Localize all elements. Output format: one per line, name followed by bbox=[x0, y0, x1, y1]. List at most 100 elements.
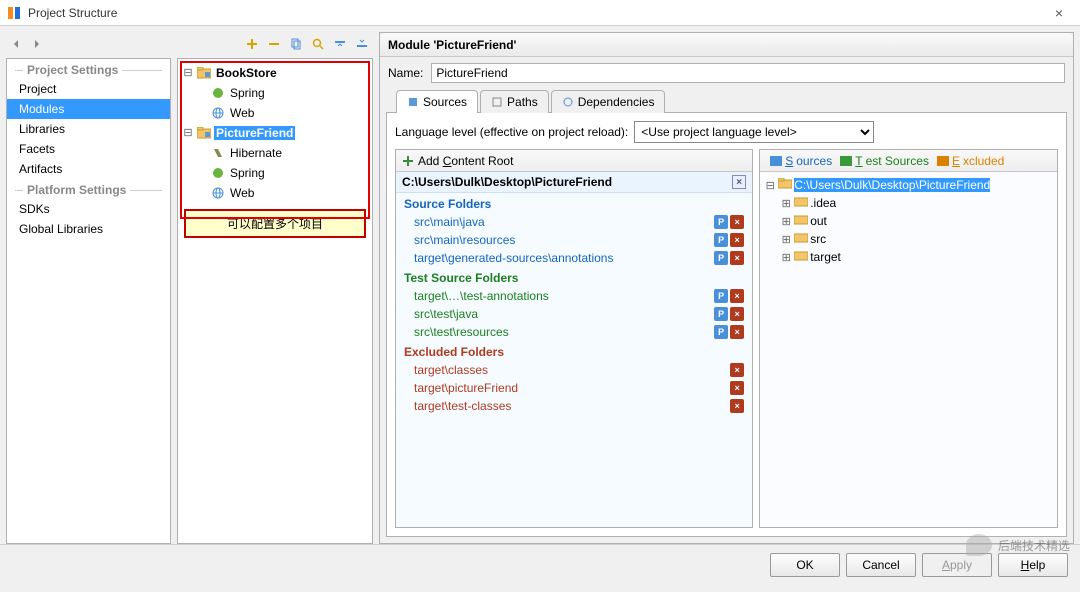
select-all-icon[interactable] bbox=[333, 37, 347, 51]
dir-root[interactable]: ⊟C:\Users\Dulk\Desktop\PictureFriend bbox=[764, 176, 1053, 194]
global-libraries-item[interactable]: Global Libraries bbox=[7, 219, 170, 239]
language-level-select[interactable]: <Use project language level> bbox=[634, 121, 874, 143]
facet-label: Web bbox=[228, 186, 256, 200]
expand-icon[interactable]: ⊞ bbox=[780, 197, 792, 210]
tab-paths[interactable]: Paths bbox=[480, 90, 549, 113]
modules-item[interactable]: Modules bbox=[7, 99, 170, 119]
remove-icon[interactable]: × bbox=[730, 307, 744, 321]
module-node-bookstore[interactable]: ⊟ BookStore bbox=[180, 63, 370, 83]
folder-icon bbox=[794, 232, 808, 246]
folder-path: target\generated-sources\annotations bbox=[414, 251, 708, 265]
collapse-icon[interactable]: ⊟ bbox=[182, 128, 194, 139]
tab-dependencies[interactable]: Dependencies bbox=[551, 90, 666, 113]
left-panel: Project Settings Project Modules Librari… bbox=[6, 32, 171, 544]
mark-as-box: Sources Test Sources Excluded ⊟C:\Users\… bbox=[759, 149, 1058, 528]
back-icon[interactable] bbox=[10, 37, 24, 51]
tab-sources[interactable]: Sources bbox=[396, 90, 478, 113]
ok-button[interactable]: OK bbox=[770, 553, 840, 577]
properties-icon[interactable]: P bbox=[714, 215, 728, 229]
spring-icon bbox=[210, 86, 226, 100]
facet-web[interactable]: Web bbox=[180, 103, 370, 123]
test-folder-row[interactable]: src\test\resourcesP× bbox=[396, 323, 752, 341]
dir-label: target bbox=[810, 250, 841, 264]
content-root-path[interactable]: C:\Users\Dulk\Desktop\PictureFriend× bbox=[396, 172, 752, 193]
source-folder-row[interactable]: src\main\resourcesP× bbox=[396, 231, 752, 249]
copy-icon[interactable] bbox=[289, 37, 303, 51]
annotation-box: 可以配置多个项目 bbox=[184, 209, 366, 238]
add-icon[interactable] bbox=[402, 155, 414, 167]
language-level-label: Language level (effective on project rel… bbox=[395, 125, 628, 139]
excluded-folder-row[interactable]: target\pictureFriend × bbox=[396, 379, 752, 397]
module-node-picturefriend[interactable]: ⊟ PictureFriend bbox=[180, 123, 370, 143]
dir-node[interactable]: ⊞ target bbox=[764, 248, 1053, 266]
web-icon bbox=[210, 106, 226, 120]
source-folder-row[interactable]: target\generated-sources\annotations P× bbox=[396, 249, 752, 267]
excluded-folder-row[interactable]: target\classes× bbox=[396, 361, 752, 379]
remove-icon[interactable]: × bbox=[730, 325, 744, 339]
web-icon bbox=[210, 186, 226, 200]
help-button[interactable]: Help bbox=[998, 553, 1068, 577]
remove-icon[interactable]: × bbox=[730, 381, 744, 395]
properties-icon[interactable]: P bbox=[714, 307, 728, 321]
remove-icon[interactable]: × bbox=[730, 251, 744, 265]
facet-web[interactable]: Web bbox=[180, 183, 370, 203]
properties-icon[interactable]: P bbox=[714, 289, 728, 303]
facet-label: Spring bbox=[228, 86, 267, 100]
remove-icon[interactable]: × bbox=[730, 233, 744, 247]
expand-icon[interactable]: ⊞ bbox=[780, 215, 792, 228]
spring-icon bbox=[210, 166, 226, 180]
search-icon[interactable] bbox=[311, 37, 325, 51]
test-folder-row[interactable]: src\test\javaP× bbox=[396, 305, 752, 323]
remove-icon[interactable]: × bbox=[730, 215, 744, 229]
properties-icon[interactable]: P bbox=[714, 325, 728, 339]
project-item[interactable]: Project bbox=[7, 79, 170, 99]
sdks-item[interactable]: SDKs bbox=[7, 199, 170, 219]
tab-label: Paths bbox=[507, 95, 538, 109]
deselect-icon[interactable] bbox=[355, 37, 369, 51]
libraries-item[interactable]: Libraries bbox=[7, 119, 170, 139]
remove-root-icon[interactable]: × bbox=[732, 175, 746, 189]
forward-icon[interactable] bbox=[30, 37, 44, 51]
facet-hibernate[interactable]: Hibernate bbox=[180, 143, 370, 163]
remove-icon[interactable]: × bbox=[730, 289, 744, 303]
cancel-button[interactable]: Cancel bbox=[846, 553, 916, 577]
plus-icon[interactable] bbox=[245, 37, 259, 51]
collapse-icon[interactable]: ⊟ bbox=[764, 179, 776, 192]
expand-icon[interactable]: ⊞ bbox=[780, 251, 792, 264]
dir-node[interactable]: ⊞out bbox=[764, 212, 1053, 230]
detail-panel: Module 'PictureFriend' Name: Sources Pat… bbox=[379, 32, 1074, 544]
close-icon[interactable]: × bbox=[1044, 5, 1074, 21]
dir-node[interactable]: ⊞.idea bbox=[764, 194, 1053, 212]
properties-icon[interactable]: P bbox=[714, 251, 728, 265]
mark-tests[interactable]: Test Sources bbox=[840, 154, 929, 168]
left-toolbar bbox=[6, 32, 171, 56]
properties-icon[interactable]: P bbox=[714, 233, 728, 247]
apply-button[interactable]: Apply bbox=[922, 553, 992, 577]
mark-sources[interactable]: Sources bbox=[770, 154, 832, 168]
minus-icon[interactable] bbox=[267, 37, 281, 51]
content-roots-box: Add Content Root C:\Users\Dulk\Desktop\P… bbox=[395, 149, 753, 528]
facet-spring[interactable]: Spring bbox=[180, 83, 370, 103]
name-input[interactable] bbox=[431, 63, 1065, 83]
folder-path: target\…\test-annotations bbox=[414, 289, 708, 303]
test-folder-row[interactable]: target\…\test-annotations P× bbox=[396, 287, 752, 305]
collapse-icon[interactable]: ⊟ bbox=[182, 68, 194, 79]
expand-icon[interactable]: ⊞ bbox=[780, 233, 792, 246]
folder-icon bbox=[794, 196, 808, 210]
module-label: PictureFriend bbox=[214, 126, 295, 140]
source-folder-row[interactable]: src\main\javaP× bbox=[396, 213, 752, 231]
facet-spring[interactable]: Spring bbox=[180, 163, 370, 183]
folder-icon bbox=[778, 178, 792, 192]
folder-path: target\pictureFriend bbox=[414, 381, 724, 395]
add-content-root-label[interactable]: Add Content Root bbox=[418, 154, 513, 168]
remove-icon[interactable]: × bbox=[730, 399, 744, 413]
excluded-folder-row[interactable]: target\test-classes× bbox=[396, 397, 752, 415]
folder-icon bbox=[794, 214, 808, 228]
remove-icon[interactable]: × bbox=[730, 363, 744, 377]
dir-node[interactable]: ⊞src bbox=[764, 230, 1053, 248]
mark-excluded[interactable]: Excluded bbox=[937, 154, 1004, 168]
artifacts-item[interactable]: Artifacts bbox=[7, 159, 170, 179]
source-folders-header: Source Folders bbox=[396, 193, 752, 213]
facets-item[interactable]: Facets bbox=[7, 139, 170, 159]
titlebar: Project Structure × bbox=[0, 0, 1080, 26]
